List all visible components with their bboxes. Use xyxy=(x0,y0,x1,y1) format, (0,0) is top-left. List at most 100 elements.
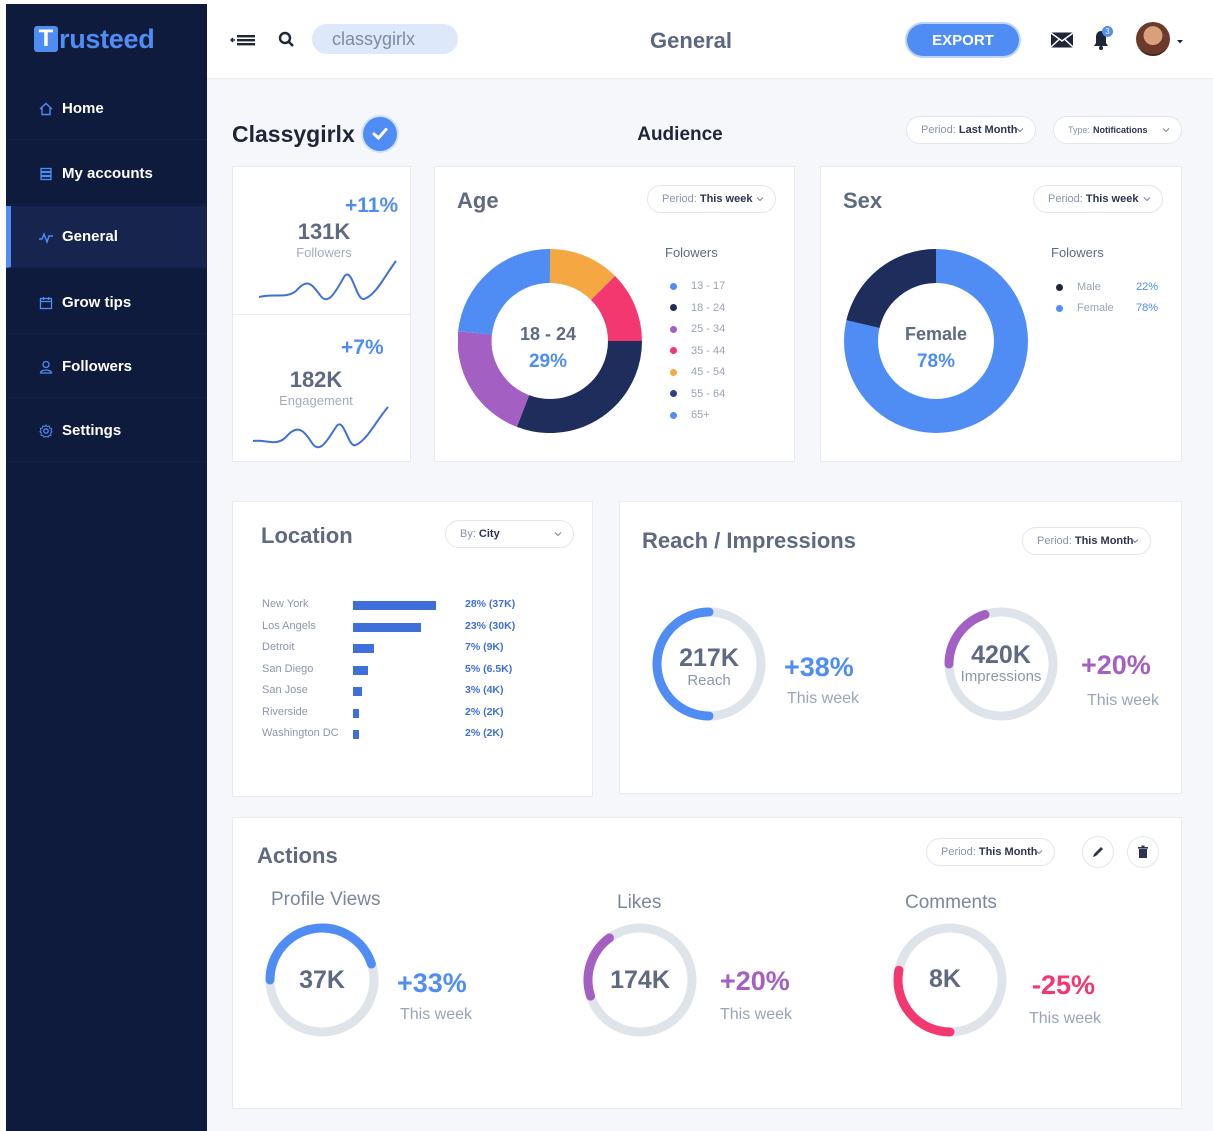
legend-label: 18 - 24 xyxy=(691,301,726,314)
chevron-down-icon xyxy=(1143,197,1151,202)
bell-icon[interactable]: 3 xyxy=(1090,26,1116,52)
legend-dot xyxy=(670,304,677,311)
reach-value: 217K xyxy=(679,644,739,672)
legend-item: 35 - 44 xyxy=(670,345,725,357)
profile-views-label: Profile Views xyxy=(271,889,381,910)
location-value: 5% (6.5K) xyxy=(465,662,513,675)
trash-icon xyxy=(1138,845,1148,858)
location-value: 7% (9K) xyxy=(465,641,504,653)
sidebar-item-settings[interactable]: Settings xyxy=(6,400,207,462)
legend-label: Male xyxy=(1077,281,1101,293)
period-value: This Month xyxy=(978,846,1038,858)
type-filter-dropdown[interactable]: Type: Notifications xyxy=(1053,116,1182,144)
brand-logo[interactable]: T rusteed xyxy=(34,22,155,56)
reach-change: +38% xyxy=(784,652,854,682)
location-city: Washington DC xyxy=(262,727,339,739)
sex-period-dropdown[interactable]: Period: This week xyxy=(1033,185,1163,213)
donut-slice-45-54 xyxy=(549,249,616,301)
age-title: Age xyxy=(457,188,499,213)
sidebar-item-label: Grow tips xyxy=(62,294,132,311)
profile-views-value: 37K xyxy=(299,966,345,994)
chevron-down-icon xyxy=(1016,128,1024,133)
pencil-icon xyxy=(1093,847,1103,857)
notification-badge: 3 xyxy=(1102,26,1113,37)
location-bar xyxy=(353,665,368,675)
export-button[interactable]: EXPORT xyxy=(907,24,1019,56)
location-bar xyxy=(353,708,359,718)
age-period-dropdown[interactable]: Period: This week xyxy=(647,185,776,213)
location-city: San Diego xyxy=(262,662,314,675)
chevron-down-icon xyxy=(756,197,764,202)
comments-value: 8K xyxy=(929,965,961,993)
sidebar-item-label: Settings xyxy=(62,422,122,439)
menu-toggle-icon[interactable] xyxy=(230,30,258,50)
legend-label: 35 - 44 xyxy=(691,344,726,357)
likes-label: Likes xyxy=(617,892,662,913)
location-bar xyxy=(353,687,362,696)
donut-slice-13-17 xyxy=(458,249,551,336)
search-icon[interactable] xyxy=(277,30,297,50)
by-value: City xyxy=(478,528,500,540)
sidebar-item-label: My accounts xyxy=(62,165,153,182)
legend-value-male: 22% xyxy=(1136,281,1159,293)
sidebar-item-home[interactable]: Home xyxy=(6,78,207,140)
period-value: Last Month xyxy=(958,124,1018,136)
edit-button[interactable] xyxy=(1082,836,1114,868)
avatar[interactable] xyxy=(1136,22,1170,56)
location-city: Detroit xyxy=(262,641,295,653)
period-filter-dropdown[interactable]: Period: Last Month xyxy=(906,116,1036,144)
legend-dot xyxy=(670,368,677,376)
sidebar-item-general[interactable]: General xyxy=(6,206,207,268)
location-bar xyxy=(353,622,421,632)
sex-legend-title: Folowers xyxy=(1051,245,1104,260)
chevron-down-icon[interactable] xyxy=(1175,34,1185,44)
period-label: Period: xyxy=(662,193,697,205)
sex-title: Sex xyxy=(843,188,883,213)
sidebar-item-my-accounts[interactable]: My accounts xyxy=(6,143,207,205)
engagement-value: 182K xyxy=(289,367,343,392)
mail-icon[interactable] xyxy=(1050,31,1074,49)
user-icon xyxy=(38,359,54,375)
comments-change-label: This week xyxy=(1029,1010,1102,1027)
period-value: This week xyxy=(1085,193,1139,205)
accounts-icon xyxy=(38,166,54,182)
location-value: 2% (2K) xyxy=(465,705,504,718)
location-value: 2% (2K) xyxy=(465,727,504,739)
comments-change: -25% xyxy=(1032,970,1096,1000)
logo-text: rusteed xyxy=(59,23,155,54)
followers-sparkline xyxy=(258,260,397,301)
chevron-down-icon xyxy=(1131,539,1139,544)
location-by-dropdown[interactable]: By: City xyxy=(445,520,574,548)
legend-dot xyxy=(670,347,677,354)
sidebar-item-followers[interactable]: Followers xyxy=(6,336,207,398)
age-center-pct: 29% xyxy=(528,351,568,372)
legend-item: 55 - 64 xyxy=(670,388,725,400)
donut-slice-35-44 xyxy=(590,275,642,342)
location-row: New York 28% (37K) xyxy=(262,598,562,614)
engagement-change: +7% xyxy=(341,336,384,359)
engagement-sparkline xyxy=(252,406,389,449)
likes-change: +20% xyxy=(720,966,790,996)
location-bar xyxy=(353,730,359,739)
location-value: 28% (37K) xyxy=(465,598,516,610)
location-bar xyxy=(353,644,374,653)
impressions-change: +20% xyxy=(1081,650,1151,680)
age-center-range: 18 - 24 xyxy=(519,324,577,344)
reach-change-label: This week xyxy=(787,690,860,707)
audience-title: Audience xyxy=(637,124,723,145)
location-value: 3% (4K) xyxy=(465,684,504,696)
followers-value: 131K xyxy=(297,219,351,244)
impressions-change-label: This week xyxy=(1087,692,1160,709)
location-bar xyxy=(353,601,436,610)
legend-label: 55 - 64 xyxy=(691,387,726,400)
search-input[interactable] xyxy=(312,24,458,54)
actions-period-dropdown[interactable]: Period: This Month xyxy=(926,838,1055,866)
sex-center-pct: 78% xyxy=(916,351,956,372)
type-label: Type: xyxy=(1068,125,1091,135)
sidebar-item-grow-tips[interactable]: Grow tips xyxy=(6,272,207,334)
location-value: 23% (30K) xyxy=(465,619,516,632)
delete-button[interactable] xyxy=(1127,836,1159,868)
reach-period-dropdown[interactable]: Period: This Month xyxy=(1022,527,1151,555)
legend-dot xyxy=(670,282,677,290)
gear-icon xyxy=(38,423,54,439)
